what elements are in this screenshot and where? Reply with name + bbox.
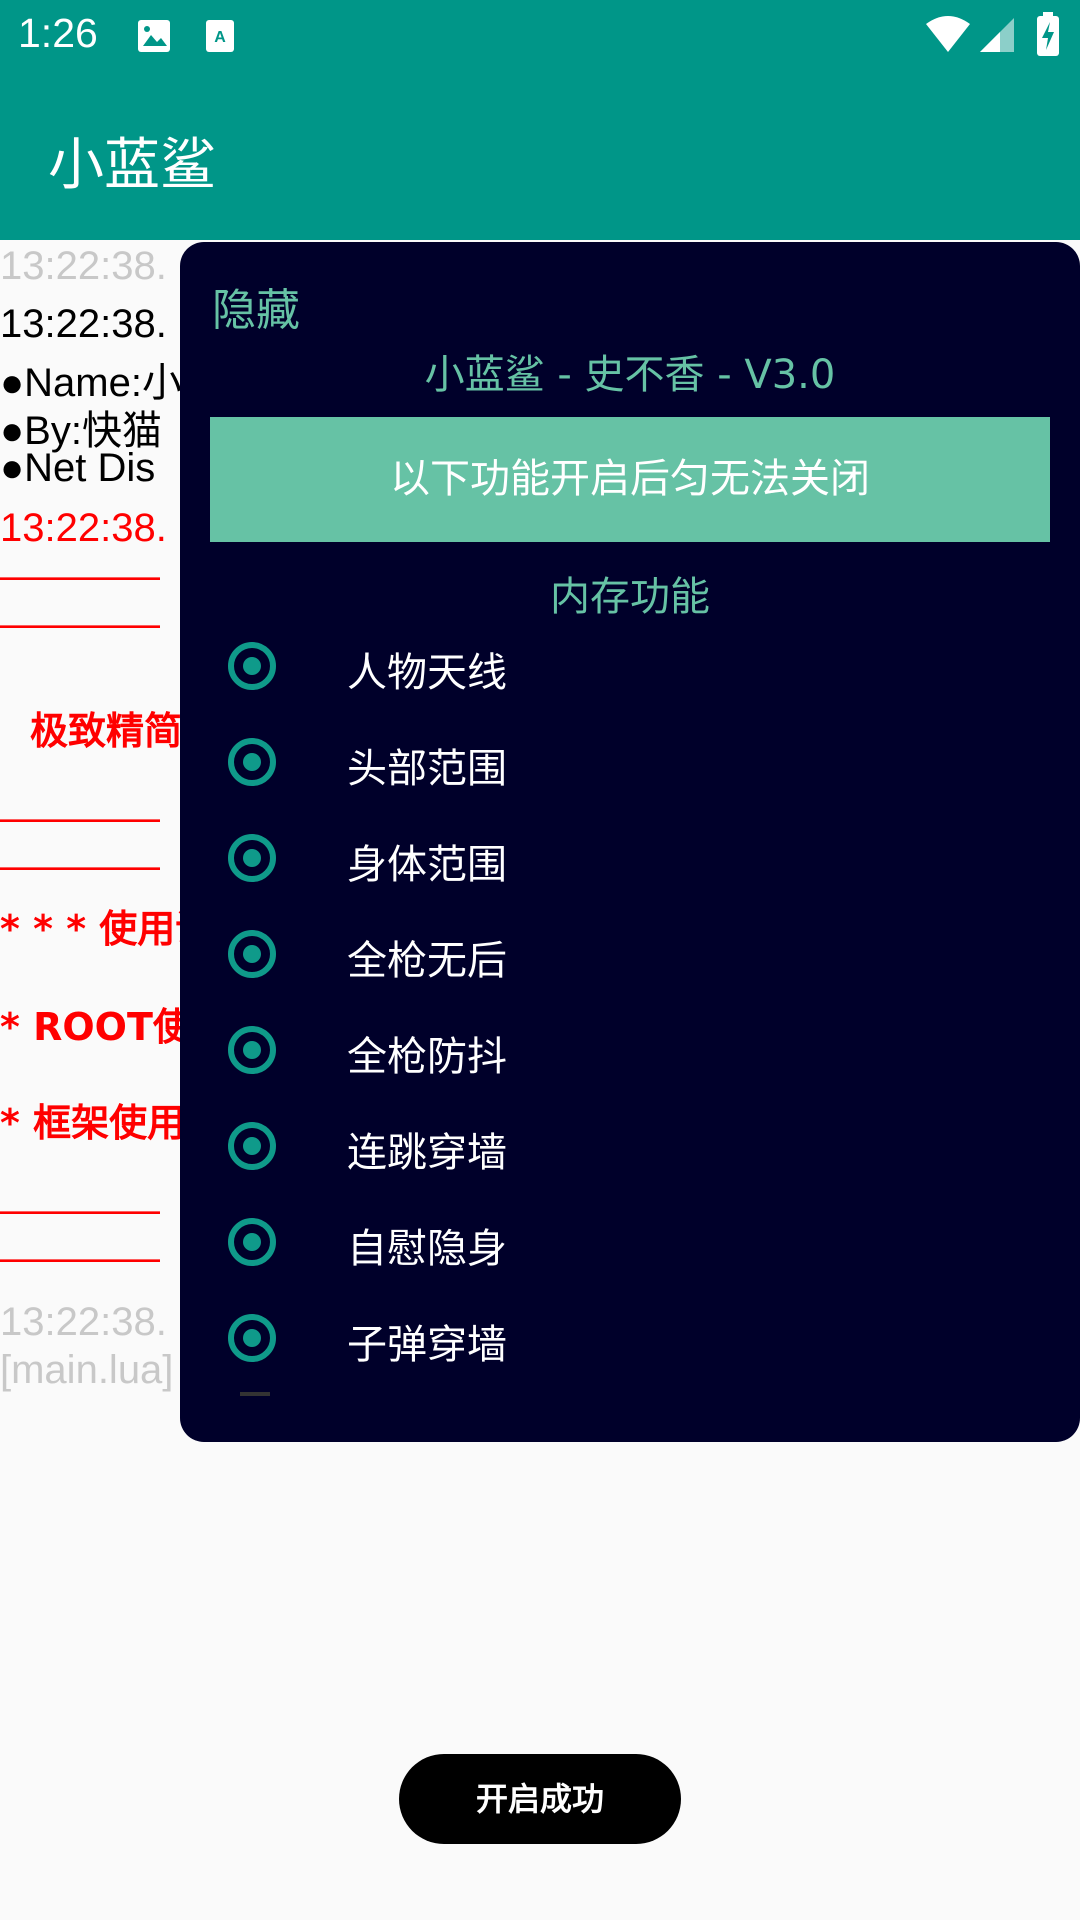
log-line: * 框架使用 [0,1101,186,1145]
feature-panel: 隐藏 小蓝鲨 - 史不香 - V3.0 以下功能开启后匀无法关闭 内存功能 人物… [180,242,1080,1442]
log-line: 13:22:38. [0,506,167,550]
option-item[interactable]: 人物天线 [180,630,1080,710]
option-item[interactable]: 全枪无后 [180,918,1080,998]
radio-button[interactable] [228,738,276,786]
radio-button[interactable] [228,1122,276,1170]
option-label: 头部范围 [347,746,507,792]
wifi-icon [926,16,970,52]
notice-banner: 以下功能开启后匀无法关闭 [210,417,1050,542]
image-notification-icon [138,20,170,52]
option-label: 连跳穿墙 [347,1130,507,1176]
status-time: 1:26 [18,10,98,56]
log-divider: ———— [0,796,160,840]
radio-button[interactable] [228,1218,276,1266]
radio-button[interactable] [228,930,276,978]
log-divider: ———— [0,844,160,888]
app-title: 小蓝鲨 [48,133,216,198]
option-label: 人物天线 [347,650,507,696]
panel-title: 小蓝鲨 - 史不香 - V3.0 [424,352,836,398]
log-line: 极致精简 [30,709,183,753]
log-divider: ———— [0,554,160,598]
radio-button[interactable] [228,1314,276,1362]
option-item[interactable]: 头部范围 [180,726,1080,806]
log-line: ●Net Dis [0,446,156,490]
option-item[interactable]: 身体范围 [180,822,1080,902]
hide-button[interactable]: 隐藏 [212,274,300,338]
option-label: 子弹穿墙 [347,1322,507,1368]
svg-text:A: A [214,29,226,46]
log-line: 13:22:38. [0,302,167,346]
log-line: [main.lua] [0,1348,174,1392]
option-item[interactable]: 子弹穿墙 [180,1302,1080,1382]
log-line: 13:22:38. [0,1300,167,1344]
app-notification-icon: A [206,20,234,52]
option-label: 自慰隐身 [347,1226,507,1272]
radio-button[interactable] [228,834,276,882]
option-label: 身体范围 [347,842,507,888]
option-item[interactable]: 连跳穿墙 [180,1110,1080,1190]
log-divider: ———— [0,1188,160,1232]
battery-icon [1037,12,1059,56]
log-divider: ———— [0,602,160,646]
radio-button[interactable] [228,642,276,690]
option-label: 全枪无后 [347,938,507,984]
log-line: 13:22:38. [0,244,167,288]
option-item[interactable]: 全枪防抖 [180,1014,1080,1094]
radio-button[interactable] [228,1026,276,1074]
section-header: 内存功能 [550,574,710,620]
option-item[interactable]: 自慰隐身 [180,1206,1080,1286]
status-bar: 1:26 A [0,0,1080,72]
cell-signal-icon [980,18,1014,52]
app-bar: 小蓝鲨 [0,72,1080,240]
log-line: * ROOT使 [0,1005,191,1049]
scroll-hint [240,1392,270,1396]
log-divider: ———— [0,1236,160,1280]
toast-message: 开启成功 [399,1754,681,1844]
option-label: 全枪防抖 [347,1034,507,1080]
